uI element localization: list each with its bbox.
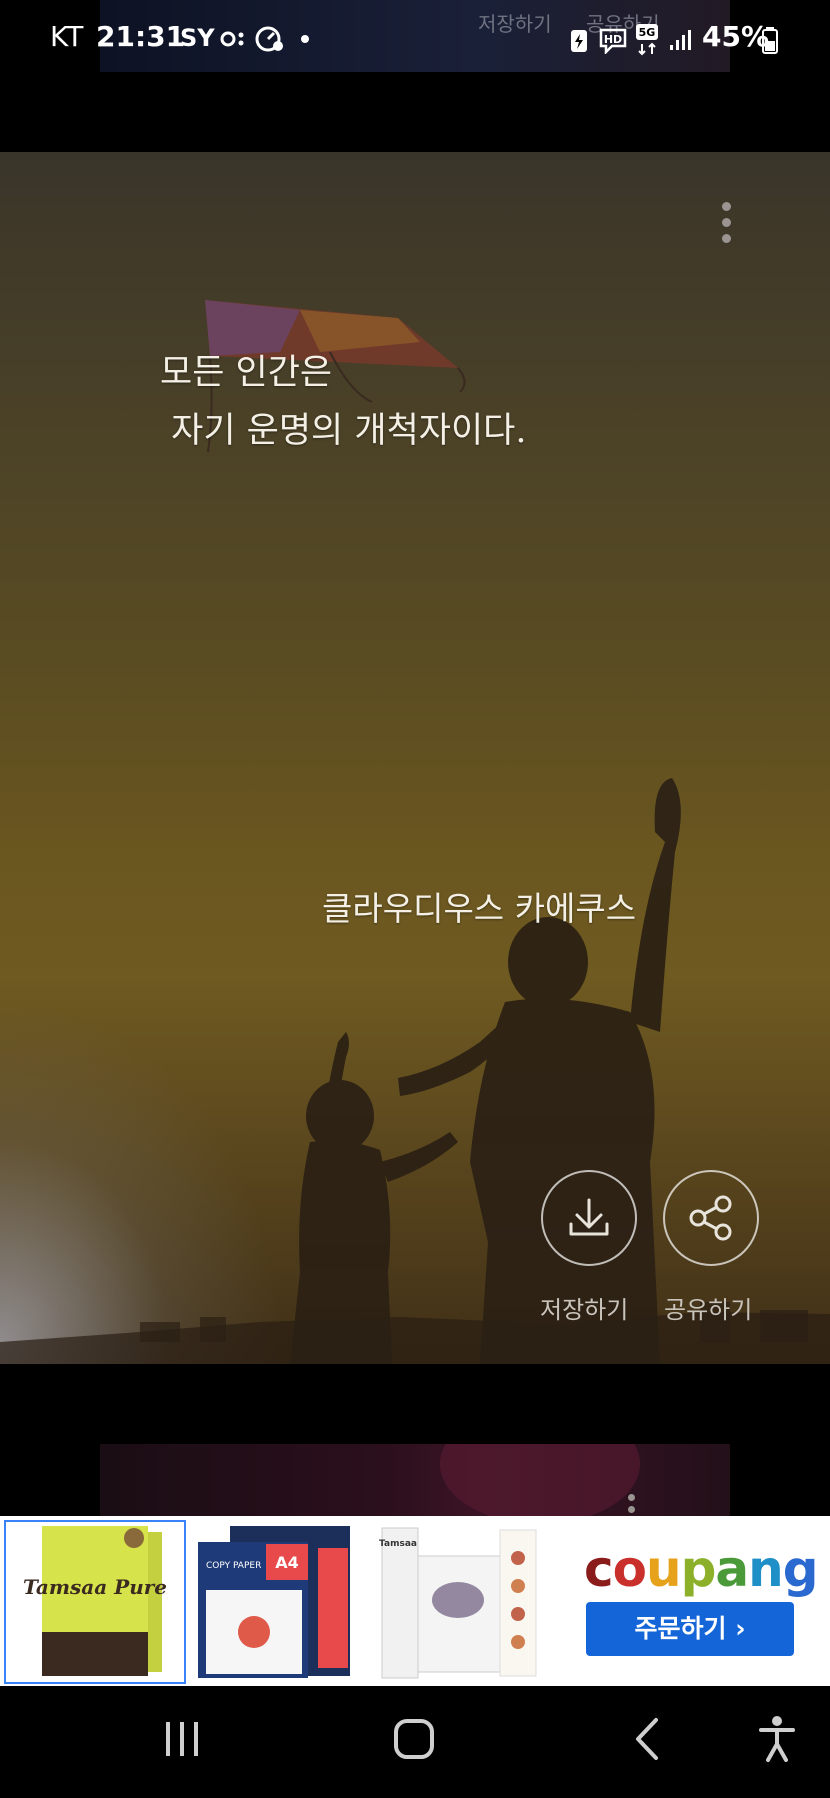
logo-letter: p [680,1540,717,1598]
navigation-bar [0,1686,830,1798]
ad-product-2-text: COPY PAPER [206,1561,261,1571]
link-icon [220,31,244,47]
save-label: 저장하기 [540,1296,629,1324]
svg-text:5G: 5G [639,26,656,39]
quote-card: 모든 인간은 자기 운명의 개척자이다. 클라우디우스 카에쿠스 저장하기 공유… [0,152,830,1364]
carrier-label: KT [50,20,84,53]
clock: 21:31 [96,20,186,53]
save-button[interactable] [541,1170,637,1266]
logo-letter: g [782,1540,819,1598]
hd-voice-icon: HD [599,28,627,54]
svg-text:HD: HD [604,33,622,46]
ad-product-3-text: Tamsaa [379,1539,417,1549]
battery-saver-icon [571,30,587,52]
accessibility-icon[interactable] [756,1714,798,1764]
next-card[interactable] [100,1444,730,1516]
notification-dot-icon [301,35,309,43]
back-icon[interactable] [628,1714,668,1764]
adult-silhouette [398,778,681,1364]
download-icon [569,1198,609,1236]
logo-letter: o [612,1540,647,1598]
home-icon[interactable] [390,1714,440,1764]
logo-letter: a [715,1540,749,1598]
logo-letter: u [646,1540,682,1598]
logo-letter: c [584,1540,614,1598]
kebab-menu-icon[interactable] [710,196,744,250]
quote-text: 모든 인간은 자기 운명의 개척자이다. [160,353,527,451]
ad-product-2-size: A4 [275,1553,299,1572]
share-button[interactable] [663,1170,759,1266]
quote-author: 클라우디우스 카에쿠스 [322,889,637,928]
coupang-logo: coupang [584,1540,819,1598]
signal-icon [670,30,691,50]
ad-product-1-text: Tamsaa Pure [23,1575,167,1599]
ad-banner[interactable]: Tamsaa Pure A4 COPY PAPER Tamsaa coupang… [0,1516,830,1686]
battery-icon [762,27,778,54]
ad-product-2[interactable]: A4 COPY PAPER [186,1520,366,1682]
speedometer-icon [255,26,283,52]
ad-product-1[interactable]: Tamsaa Pure [4,1520,186,1684]
sy-indicator: SY [180,24,215,52]
recent-apps-icon[interactable] [160,1714,204,1764]
share-icon [689,1195,732,1241]
5g-data-icon: 5G [636,24,658,56]
ad-product-3[interactable]: Tamsaa [368,1520,548,1682]
logo-letter: n [748,1540,784,1598]
order-button[interactable]: 주문하기 › [586,1602,794,1656]
status-bar: KT 21:31 SY HD 5G 45% [0,0,830,80]
battery-percent: 45% [702,20,770,53]
share-label: 공유하기 [664,1296,753,1324]
